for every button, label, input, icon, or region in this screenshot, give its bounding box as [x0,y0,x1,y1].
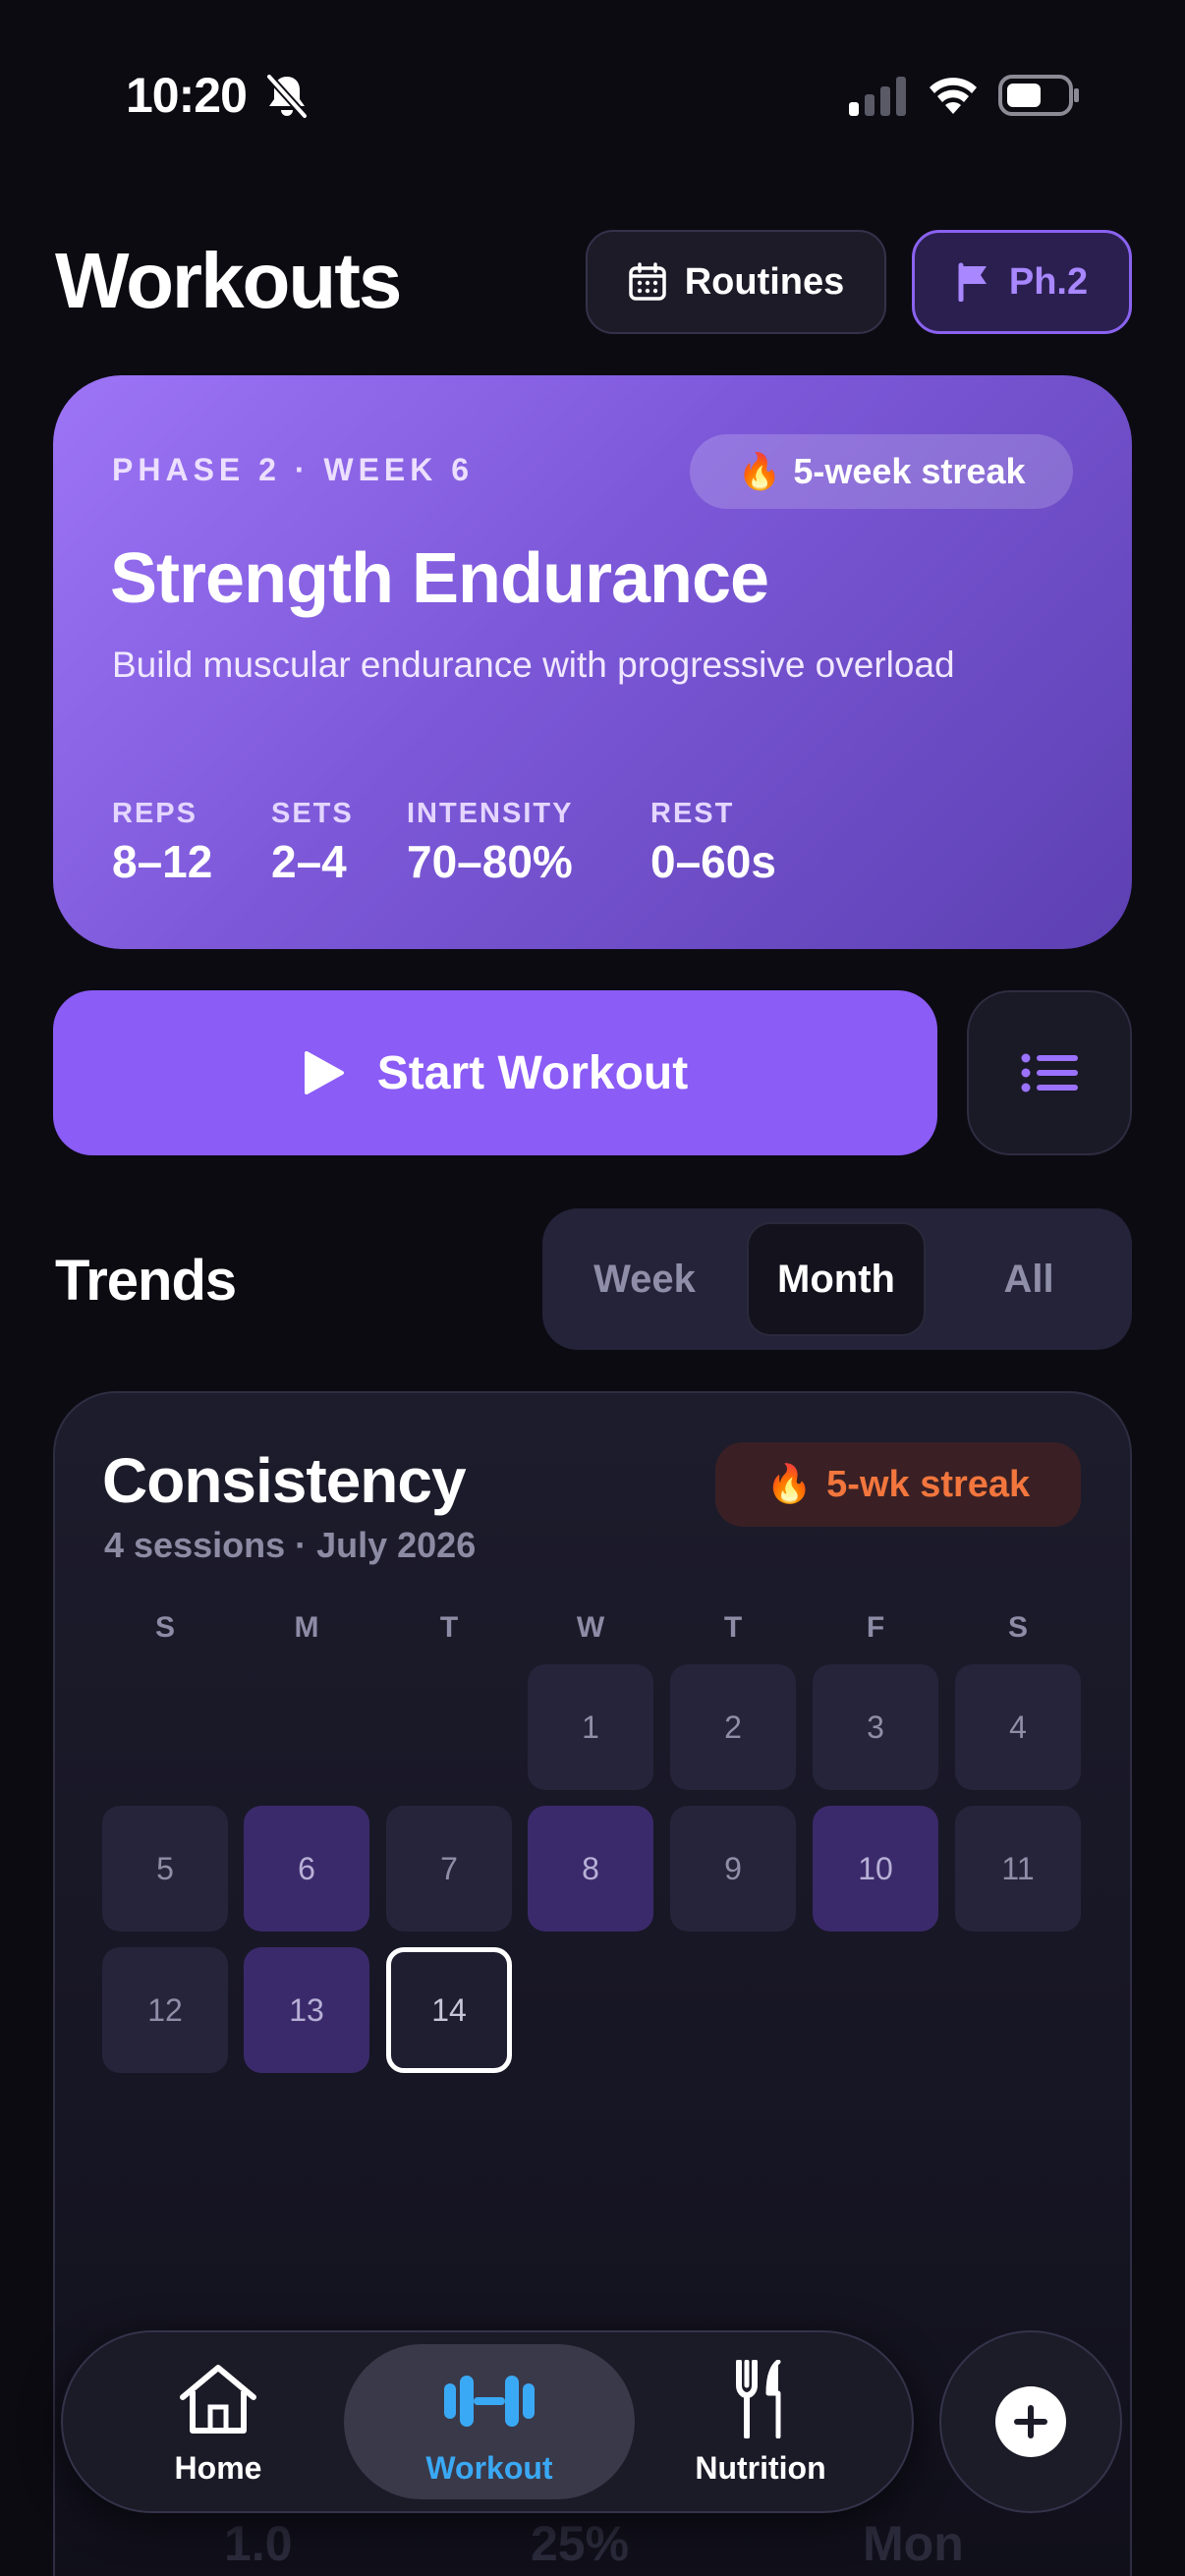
metric-reps-label: REPS [112,798,198,829]
calendar-day-completed[interactable]: 13 [244,1947,369,2073]
metric-intensity-label: INTENSITY [407,798,574,829]
calendar-day[interactable]: 11 [955,1806,1081,1932]
faded-stat: Mon [863,2516,964,2571]
calendar-day[interactable]: 5 [102,1806,228,1932]
cellular-signal-icon [849,77,906,116]
streak-badge: 🔥 5-week streak [690,434,1073,509]
phase-label: Ph.2 [1008,260,1089,303]
tab-workout[interactable]: Workout [391,2450,588,2487]
phase-description: Build muscular endurance with progressiv… [112,644,955,685]
consistency-subtitle: 4 sessions · July 2026 [104,1525,477,1565]
calendar-day[interactable]: 12 [102,1947,228,2073]
calendar-day[interactable]: 1 [528,1664,653,1790]
weekday-label: M [294,1611,319,1644]
calendar-day[interactable]: 2 [670,1664,796,1790]
calendar-day[interactable]: 9 [670,1806,796,1932]
fire-icon: 🔥 [765,1464,814,1505]
calendar-day-completed[interactable]: 6 [244,1806,369,1932]
calendar-day[interactable]: 3 [813,1664,938,1790]
calendar-icon [628,262,666,301]
calendar-day-today[interactable]: 14 [386,1947,512,2073]
tab-home[interactable]: Home [120,2450,316,2487]
streak-label: 5-week streak [793,451,1026,491]
weekday-label: F [866,1611,885,1644]
status-time: 10:20 [126,68,248,123]
trends-title: Trends [55,1249,237,1313]
tab-nutrition[interactable]: Nutrition [662,2450,859,2487]
calendar-day[interactable]: 4 [955,1664,1081,1790]
consistency-streak-label: 5-wk streak [826,1463,1031,1505]
page-title: Workouts [55,237,402,324]
start-workout-button[interactable]: Start Workout [53,990,937,1155]
phase-eyebrow: PHASE 2 · WEEK 6 [112,452,475,487]
consistency-streak-badge: 🔥 5-wk streak [715,1442,1081,1527]
metric-sets-label: SETS [271,798,354,829]
metric-intensity-value: 70–80% [407,836,573,887]
metric-sets-value: 2–4 [271,836,347,887]
wifi-icon [930,78,977,114]
calendar-day[interactable]: 7 [386,1806,512,1932]
calendar-day-completed[interactable]: 10 [813,1806,938,1932]
faded-stat: 1.0 [224,2516,293,2571]
dumbbell-icon [444,2376,535,2427]
range-all-tab[interactable]: All [939,1222,1118,1336]
consistency-title: Consistency [102,1445,467,1516]
fork-knife-icon [736,2360,781,2438]
calendar-day-completed[interactable]: 8 [528,1806,653,1932]
battery-icon [998,75,1079,116]
metric-rest-value: 0–60s [650,836,776,887]
routines-button[interactable]: Routines [586,230,886,334]
metric-rest-label: REST [650,798,735,829]
range-week-tab[interactable]: Week [556,1222,733,1336]
workout-list-button[interactable] [967,990,1132,1155]
add-button[interactable] [939,2330,1122,2513]
weekday-label: W [576,1611,605,1644]
range-month-tab[interactable]: Month [747,1222,926,1336]
phase-button[interactable]: Ph.2 [912,230,1132,334]
faded-stat: 25% [531,2516,630,2571]
weekday-label: S [1007,1611,1028,1644]
metric-reps-value: 8–12 [112,836,213,887]
start-workout-label: Start Workout [376,1046,689,1099]
weekday-label: T [723,1611,743,1644]
routines-label: Routines [684,260,845,303]
phase-title: Strength Endurance [110,539,769,618]
flag-icon [958,262,987,302]
fire-icon: 🔥 [737,451,782,491]
list-icon [1021,1053,1078,1092]
weekday-label: T [439,1611,459,1644]
plus-icon [995,2386,1066,2457]
house-icon [180,2365,256,2434]
bell-muted-icon [266,74,308,119]
weekday-label: S [154,1611,175,1644]
play-icon [304,1051,344,1094]
